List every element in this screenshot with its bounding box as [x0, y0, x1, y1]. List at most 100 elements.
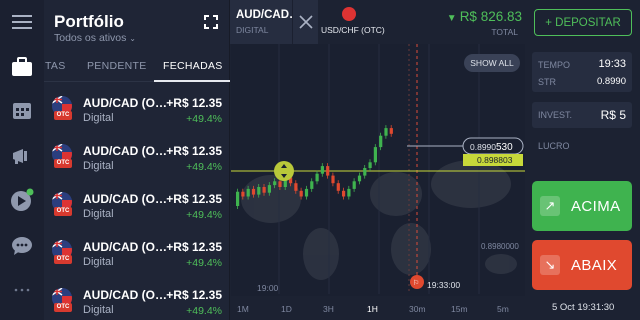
- axis-price-label: 0.8980000: [481, 242, 519, 251]
- candle: [241, 191, 245, 197]
- candle: [342, 190, 346, 197]
- timeframe-1d[interactable]: 1D: [281, 304, 292, 314]
- otc-badge: OTC: [54, 207, 72, 216]
- trade-percent: +49.4%: [186, 161, 222, 173]
- video-play-icon[interactable]: [10, 188, 34, 212]
- trade-percent: +49.4%: [186, 113, 222, 125]
- tab-open[interactable]: TAS: [45, 60, 66, 72]
- asset-filter-label: Todos os ativos: [54, 32, 127, 44]
- trade-row[interactable]: OTC AUD/CAD (O… +R$ 12.35 Digital +49.4%: [44, 284, 230, 320]
- candle: [278, 181, 282, 187]
- candle: [347, 188, 351, 197]
- nav-rail: [0, 0, 44, 320]
- investment-input[interactable]: INVEST. R$ 5: [532, 102, 632, 128]
- otc-badge: OTC: [54, 255, 72, 264]
- invest-label: INVEST.: [538, 110, 573, 120]
- tab-closed[interactable]: FECHADAS: [163, 60, 223, 72]
- asset-tab-usdchf[interactable]: USD/CHF (OTC): [318, 0, 385, 44]
- trade-pair: AUD/CAD (O…: [83, 288, 167, 302]
- trade-percent: +49.4%: [186, 305, 222, 317]
- megaphone-icon[interactable]: [10, 144, 34, 168]
- price-chart[interactable]: 0.8990 530 0.898803 0.8980000 19:00 ⚐ 19…: [231, 44, 525, 320]
- tab-pending[interactable]: PENDENTE: [87, 60, 147, 72]
- candle: [267, 185, 271, 193]
- time-selector[interactable]: TEMPO 19:33 STR 0.8990: [532, 52, 632, 92]
- timeframe-30m[interactable]: 30m: [409, 304, 426, 314]
- balance-label: TOTAL: [491, 27, 518, 37]
- candle: [315, 173, 319, 182]
- trade-type: Digital: [83, 112, 114, 124]
- trade-percent: +49.4%: [186, 209, 222, 221]
- chat-icon[interactable]: [10, 234, 34, 258]
- call-up-button[interactable]: ↗ ACIMA: [532, 181, 632, 231]
- trade-row[interactable]: OTC AUD/CAD (O… +R$ 12.35 Digital +49.4%: [44, 236, 230, 284]
- candle: [273, 181, 277, 186]
- portfolio-title: Portfólio: [54, 12, 124, 31]
- candle: [257, 187, 261, 195]
- arrow-down-right-icon: ↘: [540, 255, 560, 275]
- call-up-label: ACIMA: [571, 198, 621, 215]
- balance-display[interactable]: ▼ R$ 826.83: [447, 9, 522, 24]
- fullscreen-icon[interactable]: [204, 15, 218, 29]
- expiry-time-label: 19:33:00: [427, 280, 460, 290]
- asset-tab-active[interactable]: AUD/CAD… DIGITAL: [230, 0, 301, 44]
- time-label: TEMPO: [538, 60, 571, 70]
- balance-value: R$ 826.83: [459, 9, 522, 24]
- deposit-button[interactable]: + DEPOSITAR: [534, 9, 632, 36]
- briefcase-icon[interactable]: [10, 55, 34, 79]
- timeframe-bar: [231, 296, 525, 320]
- menu-icon[interactable]: [10, 10, 34, 34]
- flag-icon: [342, 7, 356, 21]
- chevron-down-icon: ⌄: [129, 34, 136, 43]
- timeframe-1h[interactable]: 1H: [367, 304, 378, 314]
- trade-row[interactable]: OTC AUD/CAD (O… +R$ 12.35 Digital +49.4%: [44, 188, 230, 236]
- put-down-button[interactable]: ↘ ABAIX: [532, 240, 632, 290]
- asset-tab-name: AUD/CAD…: [236, 9, 301, 21]
- time-axis-label: 19:00: [257, 283, 279, 293]
- trade-pair: AUD/CAD (O…: [83, 192, 167, 206]
- more-icon[interactable]: [10, 278, 34, 302]
- timeframe-15m[interactable]: 15m: [451, 304, 468, 314]
- asset-tab-kind: DIGITAL: [236, 25, 269, 35]
- profit-label: LUCRO: [538, 141, 570, 151]
- candle: [389, 128, 393, 134]
- time-value: 19:33: [598, 58, 626, 70]
- portfolio-tabs: TAS PENDENTE FECHADAS: [44, 56, 230, 82]
- timeframe-1m[interactable]: 1M: [237, 304, 249, 314]
- trade-amount: +R$ 12.35: [166, 192, 222, 206]
- candle: [379, 135, 383, 148]
- candle: [310, 181, 314, 189]
- trade-amount: +R$ 12.35: [166, 288, 222, 302]
- trade-row[interactable]: OTC AUD/CAD (O… +R$ 12.35 Digital +49.4%: [44, 92, 230, 140]
- strike-price-value: 0.898803: [477, 155, 513, 165]
- timeframe-3h[interactable]: 3H: [323, 304, 334, 314]
- put-down-label: ABAIX: [571, 257, 618, 274]
- candle: [246, 188, 250, 197]
- candle: [304, 188, 309, 197]
- show-all-button[interactable]: SHOW ALL: [464, 54, 520, 72]
- trade-pair: AUD/CAD (O…: [83, 240, 167, 254]
- trade-type: Digital: [83, 160, 114, 172]
- trade-type: Digital: [83, 208, 114, 220]
- close-tab-button[interactable]: [292, 0, 318, 44]
- trade-type: Digital: [83, 256, 114, 268]
- current-price-tail: 530: [496, 142, 513, 153]
- chart-canvas: 0.8990 530 0.898803 0.8980000 19:00 ⚐ 19…: [231, 44, 525, 320]
- candle: [294, 183, 298, 191]
- trade-amount: +R$ 12.35: [166, 144, 222, 158]
- current-price-main: 0.8990: [470, 142, 496, 152]
- calendar-icon[interactable]: [10, 98, 34, 122]
- candle: [236, 191, 240, 206]
- trade-pair: AUD/CAD (O…: [83, 144, 167, 158]
- timeframe-5m[interactable]: 5m: [497, 304, 509, 314]
- trade-percent: +49.4%: [186, 257, 222, 269]
- candle: [320, 166, 324, 174]
- invest-value: R$ 5: [600, 108, 626, 122]
- candle: [251, 188, 256, 195]
- candle: [363, 168, 367, 176]
- otc-badge: OTC: [54, 159, 72, 168]
- trade-type: Digital: [83, 304, 114, 316]
- candle: [331, 175, 335, 184]
- trade-row[interactable]: OTC AUD/CAD (O… +R$ 12.35 Digital +49.4%: [44, 140, 230, 188]
- asset-filter-dropdown[interactable]: Todos os ativos ⌄: [54, 32, 136, 44]
